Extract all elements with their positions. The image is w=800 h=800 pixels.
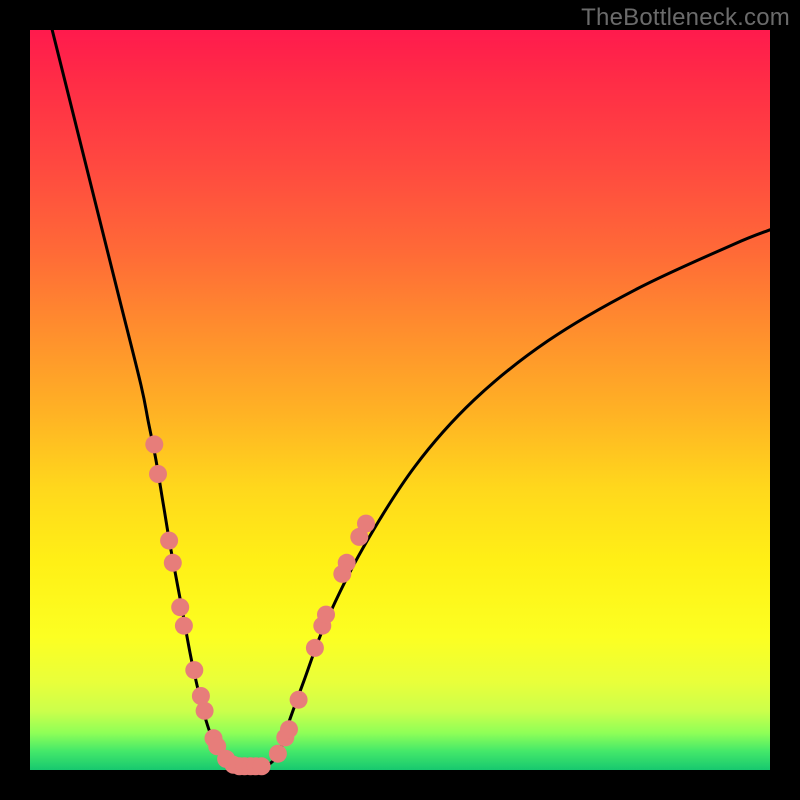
marker-group <box>145 435 375 775</box>
data-point <box>175 617 193 635</box>
data-point <box>160 532 178 550</box>
data-point <box>290 691 308 709</box>
watermark-text: TheBottleneck.com <box>581 4 790 32</box>
data-point <box>145 435 163 453</box>
data-point <box>171 598 189 616</box>
data-point <box>357 515 375 533</box>
data-point <box>306 639 324 657</box>
data-point <box>196 702 214 720</box>
data-point <box>164 554 182 572</box>
data-point <box>269 745 287 763</box>
plot-area <box>30 30 770 770</box>
curve-path <box>52 30 770 767</box>
chart-frame: TheBottleneck.com <box>0 0 800 800</box>
data-point <box>317 606 335 624</box>
data-point <box>185 661 203 679</box>
data-point <box>149 465 167 483</box>
bottleneck-curve <box>30 30 770 770</box>
data-point <box>253 757 271 775</box>
data-point <box>280 720 298 738</box>
data-point <box>338 554 356 572</box>
